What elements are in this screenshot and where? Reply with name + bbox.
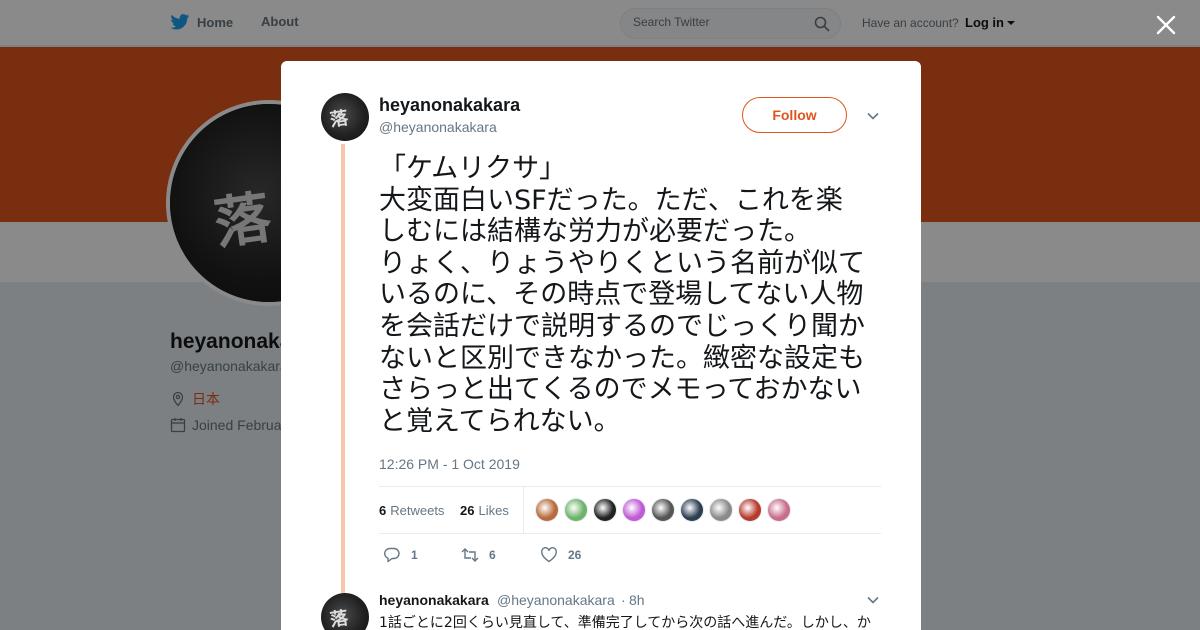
- avatar-logo: 落: [328, 607, 350, 630]
- chevron-down-icon[interactable]: [867, 596, 879, 604]
- avatar[interactable]: 落: [321, 93, 369, 141]
- retweets-count: 6: [379, 503, 387, 518]
- reply-avatar[interactable]: 落: [321, 593, 369, 630]
- heart-icon: [541, 547, 557, 563]
- tweet-actions: 1 6 26: [379, 546, 779, 566]
- follow-button[interactable]: Follow: [742, 97, 847, 133]
- likers-avatars: [535, 498, 791, 522]
- tweet-author-handle[interactable]: @heyanonakakara: [379, 119, 497, 135]
- retweets-label: Retweets: [390, 503, 445, 518]
- avatar-logo: 落: [328, 107, 350, 132]
- liker-avatar[interactable]: [535, 498, 559, 522]
- tweet-modal: 落 heyanonakakara @heyanonakakara Follow …: [281, 61, 921, 630]
- liker-avatar[interactable]: [738, 498, 762, 522]
- tweet-timestamp[interactable]: 12:26 PM - 1 Oct 2019: [379, 456, 520, 472]
- reply-text: 1話ごとに2回くらい見直して、準備完了してから次の話へ進んだ。しかし、か: [379, 615, 871, 630]
- reply-icon: [384, 547, 400, 563]
- retweets-stat[interactable]: 6 Retweets: [379, 503, 444, 518]
- tweet-text: 「ケムリクサ」 大変面白いSFだった。ただ、これを楽しむには結構な労力が必要だっ…: [379, 153, 865, 437]
- reply-author-name[interactable]: heyanonakakara: [379, 592, 489, 608]
- reply-separator: ·: [621, 592, 626, 608]
- likes-count: 26: [460, 503, 475, 518]
- thread-line: [341, 144, 345, 630]
- reply-action[interactable]: 1: [383, 546, 418, 564]
- liker-avatar[interactable]: [593, 498, 617, 522]
- liker-avatar[interactable]: [767, 498, 791, 522]
- likes-stat[interactable]: 26 Likes: [460, 503, 509, 518]
- liker-avatar[interactable]: [709, 498, 733, 522]
- reply-time[interactable]: 8h: [629, 592, 645, 608]
- reply-author-handle[interactable]: @heyanonakakara: [497, 592, 615, 608]
- retweet-action[interactable]: 6: [461, 546, 496, 564]
- retweet-icon: [461, 548, 479, 562]
- like-action[interactable]: 26: [540, 546, 581, 564]
- reply-count: 1: [411, 548, 418, 562]
- likes-label: Likes: [478, 503, 509, 518]
- liker-avatar[interactable]: [564, 498, 588, 522]
- liker-avatar[interactable]: [680, 498, 704, 522]
- like-count: 26: [568, 548, 582, 562]
- stats-divider: [523, 487, 524, 533]
- liker-avatar[interactable]: [622, 498, 646, 522]
- tweet-author-name[interactable]: heyanonakakara: [379, 95, 520, 116]
- close-icon[interactable]: [1154, 13, 1178, 37]
- chevron-down-icon[interactable]: [867, 112, 879, 120]
- tweet-stats: 6 Retweets 26 Likes: [379, 486, 881, 534]
- liker-avatar[interactable]: [651, 498, 675, 522]
- retweet-count: 6: [489, 548, 496, 562]
